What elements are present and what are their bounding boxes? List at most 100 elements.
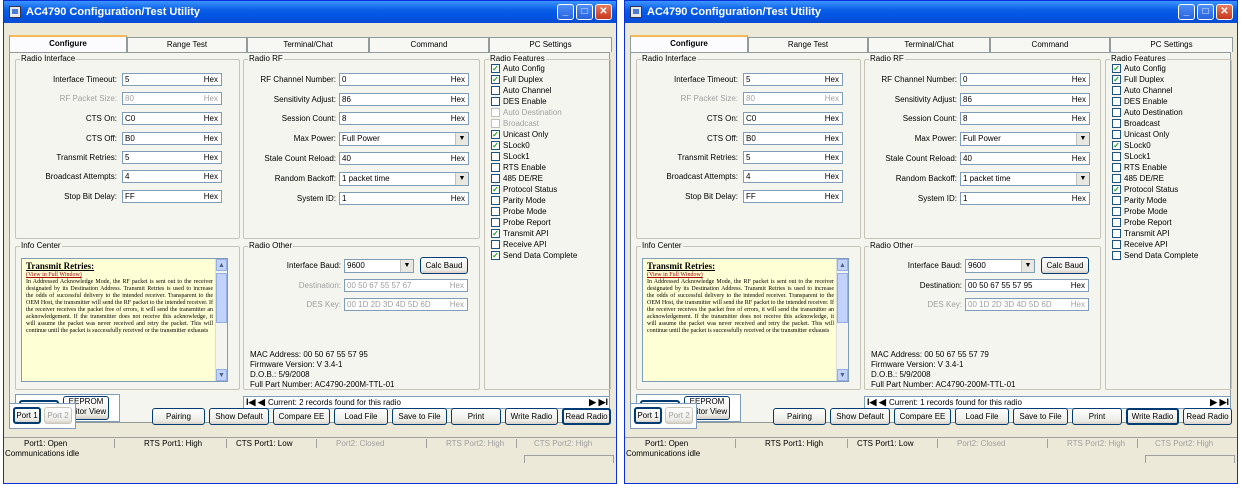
sensitivity-input[interactable]: 86 Hex	[960, 93, 1090, 106]
broadcast-attempts-input[interactable]: 4 Hex	[743, 170, 843, 183]
load-file-button[interactable]: Load File	[334, 408, 388, 425]
session-count-input[interactable]: 8 Hex	[960, 112, 1090, 125]
cts-off-input[interactable]: B0 Hex	[743, 132, 843, 145]
checkbox-auto-config[interactable]: ✓ Auto Config	[1112, 64, 1166, 75]
interface-baud-select[interactable]: 9600 ▼	[344, 259, 414, 273]
sensitivity-input[interactable]: 86 Hex	[339, 93, 469, 106]
tab-pc-settings[interactable]: PC Settings	[489, 37, 612, 52]
scroll-down-icon[interactable]: ▼	[216, 369, 227, 381]
print-button[interactable]: Print	[1072, 408, 1122, 425]
tab-command[interactable]: Command	[990, 37, 1110, 52]
checkbox-parity-mode[interactable]: Parity Mode	[1112, 196, 1167, 207]
cts-off-input[interactable]: B0 Hex	[122, 132, 222, 145]
scroll-up-icon[interactable]: ▲	[837, 259, 848, 271]
tab-terminal-chat[interactable]: Terminal/Chat	[247, 37, 369, 52]
checkbox-probe-report[interactable]: Probe Report	[1112, 218, 1172, 229]
checkbox-transmit-api[interactable]: Transmit API	[1112, 229, 1170, 240]
calc-baud-button[interactable]: Calc Baud	[1041, 257, 1089, 274]
checkbox-receive-api[interactable]: Receive API	[1112, 240, 1168, 251]
show-default-button[interactable]: Show Default	[209, 408, 269, 425]
transmit-retries-input[interactable]: 5 Hex	[743, 151, 843, 164]
checkbox-probe-report[interactable]: Probe Report	[491, 218, 551, 229]
system-id-input[interactable]: 1 Hex	[339, 192, 469, 205]
calc-baud-button[interactable]: Calc Baud	[420, 257, 468, 274]
checkbox-probe-mode[interactable]: Probe Mode	[1112, 207, 1168, 218]
chevron-down-icon[interactable]: ▼	[1076, 133, 1089, 145]
tab-command[interactable]: Command	[369, 37, 489, 52]
minimize-button[interactable]: _	[557, 4, 574, 20]
scroll-down-icon[interactable]: ▼	[837, 369, 848, 381]
checkbox-broadcast[interactable]: Broadcast	[491, 119, 539, 130]
session-count-input[interactable]: 8 Hex	[339, 112, 469, 125]
title-bar[interactable]: AC4790 Configuration/Test Utility _ □ ✕	[4, 1, 616, 23]
checkbox-auto-config[interactable]: ✓ Auto Config	[491, 64, 545, 75]
tab-terminal-chat[interactable]: Terminal/Chat	[868, 37, 990, 52]
stale-count-input[interactable]: 40 Hex	[339, 152, 469, 165]
info-scrollbar[interactable]: ▲ ▼	[215, 259, 227, 381]
stale-count-input[interactable]: 40 Hex	[960, 152, 1090, 165]
close-button[interactable]: ✕	[595, 4, 612, 20]
read-radio-button[interactable]: Read Radio	[1183, 408, 1232, 425]
checkbox-parity-mode[interactable]: Parity Mode	[491, 196, 546, 207]
full-window-link[interactable]: (View in Full Window)	[26, 271, 213, 279]
pairing-button[interactable]: Pairing	[773, 408, 826, 425]
scroll-up-icon[interactable]: ▲	[216, 259, 227, 271]
checkbox-des-enable[interactable]: DES Enable	[1112, 97, 1168, 108]
minimize-button[interactable]: _	[1178, 4, 1195, 20]
checkbox-485-de-re[interactable]: 485 DE/RE	[491, 174, 543, 185]
broadcast-attempts-input[interactable]: 4 Hex	[122, 170, 222, 183]
tab-range-test[interactable]: Range Test	[127, 37, 247, 52]
maximize-button[interactable]: □	[1197, 4, 1214, 20]
checkbox-auto-destination[interactable]: Auto Destination	[1112, 108, 1183, 119]
cts-on-input[interactable]: C0 Hex	[122, 112, 222, 125]
close-button[interactable]: ✕	[1216, 4, 1233, 20]
save-to-file-button[interactable]: Save to File	[1013, 408, 1068, 425]
save-to-file-button[interactable]: Save to File	[392, 408, 447, 425]
tab-range-test[interactable]: Range Test	[748, 37, 868, 52]
checkbox-send-data-complete[interactable]: ✓ Send Data Complete	[491, 251, 577, 262]
checkbox-slock0[interactable]: ✓ SLock0	[491, 141, 530, 152]
show-default-button[interactable]: Show Default	[830, 408, 890, 425]
max-power-select[interactable]: Full Power ▼	[339, 132, 469, 146]
checkbox-auto-channel[interactable]: Auto Channel	[1112, 86, 1172, 97]
checkbox-protocol-status[interactable]: ✓ Protocol Status	[1112, 185, 1178, 196]
checkbox-auto-channel[interactable]: Auto Channel	[491, 86, 551, 97]
compare-ee-button[interactable]: Compare EE	[273, 408, 330, 425]
checkbox-full-duplex[interactable]: ✓ Full Duplex	[491, 75, 543, 86]
system-id-input[interactable]: 1 Hex	[960, 192, 1090, 205]
rf-channel-input[interactable]: 0 Hex	[960, 73, 1090, 86]
cts-on-input[interactable]: C0 Hex	[743, 112, 843, 125]
checkbox-auto-destination[interactable]: Auto Destination	[491, 108, 562, 119]
pairing-button[interactable]: Pairing	[152, 408, 205, 425]
load-file-button[interactable]: Load File	[955, 408, 1009, 425]
interface-baud-select[interactable]: 9600 ▼	[965, 259, 1035, 273]
maximize-button[interactable]: □	[576, 4, 593, 20]
title-bar[interactable]: AC4790 Configuration/Test Utility _ □ ✕	[625, 1, 1237, 23]
transmit-retries-input[interactable]: 5 Hex	[122, 151, 222, 164]
checkbox-slock1[interactable]: SLock1	[1112, 152, 1151, 163]
checkbox-send-data-complete[interactable]: Send Data Complete	[1112, 251, 1198, 262]
tab-configure[interactable]: Configure	[9, 35, 127, 53]
port1-button[interactable]: Port 1	[634, 407, 662, 424]
random-backoff-select[interactable]: 1 packet time ▼	[339, 172, 469, 186]
checkbox-slock0[interactable]: ✓ SLock0	[1112, 141, 1151, 152]
full-window-link[interactable]: (View in Full Window)	[647, 271, 834, 279]
read-radio-button[interactable]: Read Radio	[562, 408, 611, 425]
scroll-thumb[interactable]	[216, 273, 227, 323]
port1-button[interactable]: Port 1	[13, 407, 41, 424]
checkbox-485-de-re[interactable]: 485 DE/RE	[1112, 174, 1164, 185]
checkbox-broadcast[interactable]: Broadcast	[1112, 119, 1160, 130]
chevron-down-icon[interactable]: ▼	[400, 260, 413, 272]
checkbox-receive-api[interactable]: Receive API	[491, 240, 547, 251]
checkbox-protocol-status[interactable]: ✓ Protocol Status	[491, 185, 557, 196]
scroll-thumb[interactable]	[837, 273, 848, 323]
chevron-down-icon[interactable]: ▼	[1076, 173, 1089, 185]
checkbox-probe-mode[interactable]: Probe Mode	[491, 207, 547, 218]
checkbox-des-enable[interactable]: DES Enable	[491, 97, 547, 108]
checkbox-unicast-only[interactable]: Unicast Only	[1112, 130, 1169, 141]
info-scrollbar[interactable]: ▲ ▼	[836, 259, 848, 381]
print-button[interactable]: Print	[451, 408, 501, 425]
checkbox-full-duplex[interactable]: ✓ Full Duplex	[1112, 75, 1164, 86]
checkbox-unicast-only[interactable]: ✓ Unicast Only	[491, 130, 548, 141]
destination-input[interactable]: 00 50 67 55 57 95 Hex	[965, 279, 1089, 292]
